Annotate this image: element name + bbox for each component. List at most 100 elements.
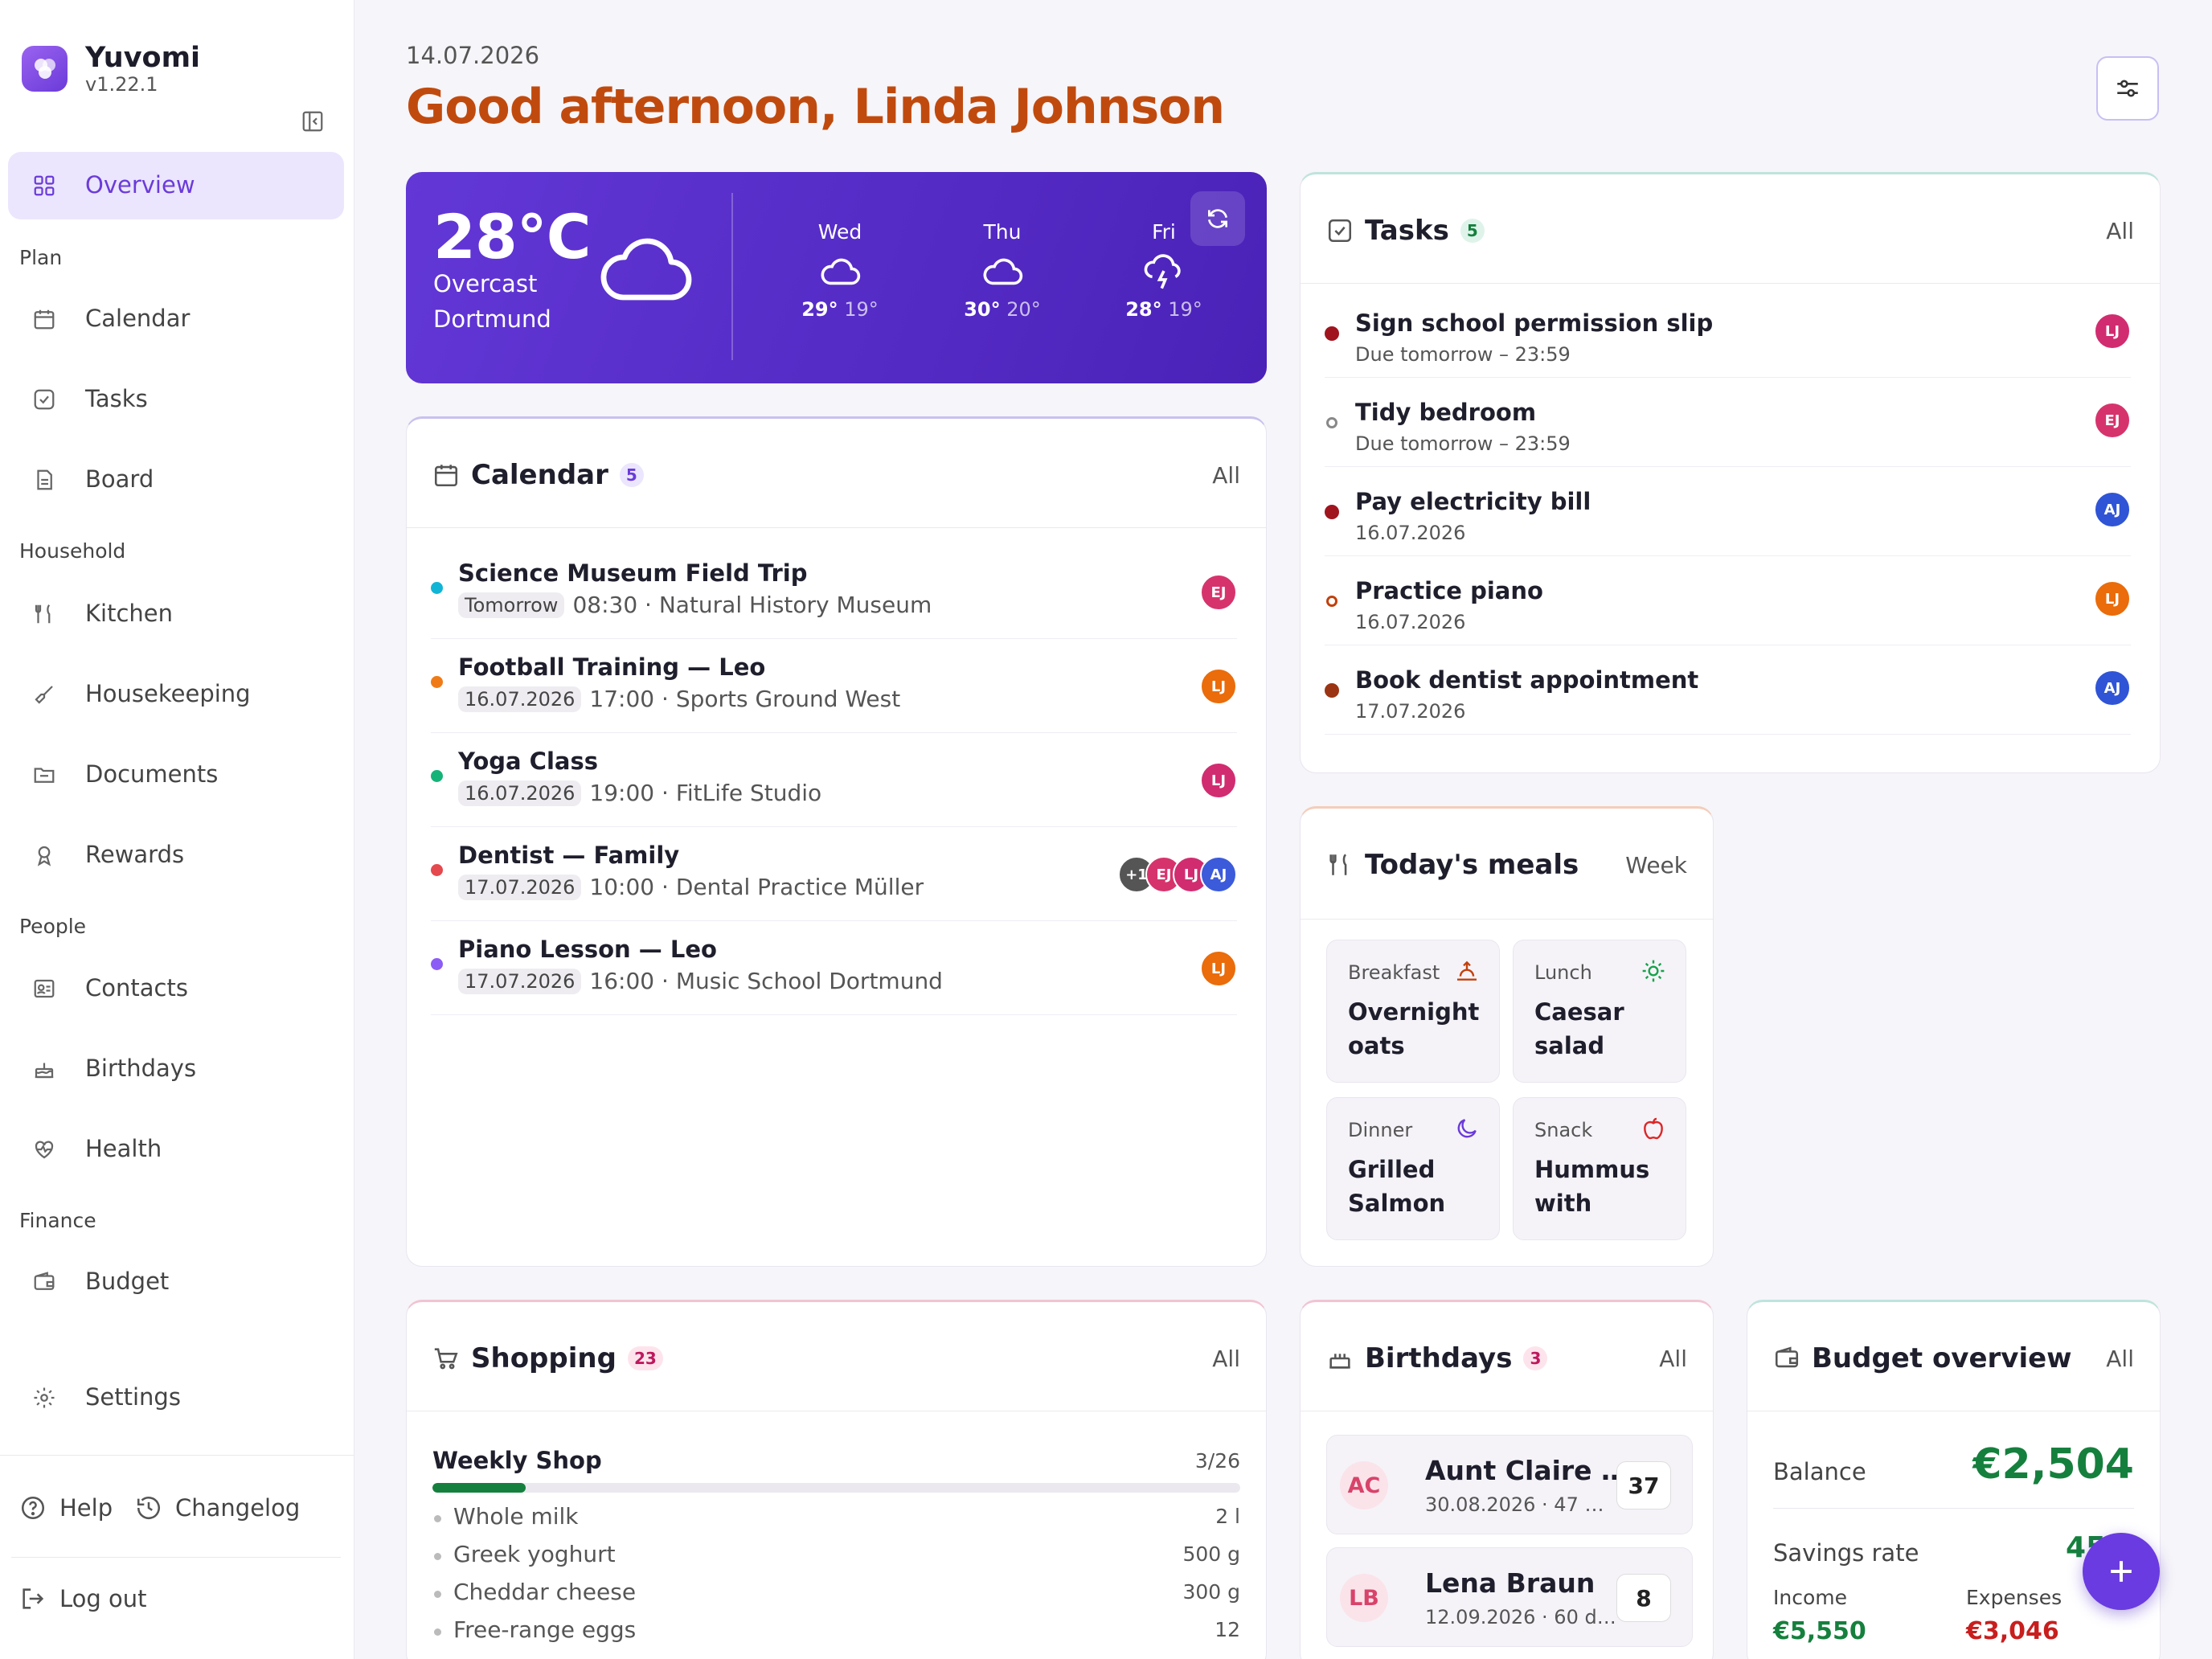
- plus-icon: [2103, 1554, 2139, 1589]
- dashboard-settings-button[interactable]: [2096, 56, 2159, 121]
- expenses-value: €3,046: [1966, 1617, 2059, 1645]
- calendar-event[interactable]: Football Training — Leo 16.07.2026 17:00 ·…: [431, 639, 1237, 733]
- shopping-item[interactable]: Free-range eggs 12: [432, 1616, 1240, 1649]
- sidebar-item-label: Birthdays: [85, 1055, 197, 1082]
- task-priority-dot[interactable]: [1326, 417, 1337, 428]
- event-title: Dentist — Family: [458, 842, 680, 869]
- wallet-icon: [1773, 1345, 1800, 1372]
- event-date-tag: 17.07.2026: [458, 968, 582, 994]
- refresh-weather-button[interactable]: [1190, 191, 1245, 246]
- card-header: Shopping 23 All: [407, 1302, 1266, 1411]
- sidebar-item-label: Calendar: [85, 305, 190, 332]
- changelog-link[interactable]: Changelog: [135, 1494, 300, 1522]
- avatar: AJ: [2094, 491, 2131, 528]
- calendar-event[interactable]: Science Museum Field Trip Tomorrow 08:30 ·…: [431, 545, 1237, 639]
- task-item[interactable]: Sign school permission slip Due tomorrow …: [1325, 289, 2131, 378]
- gear-icon: [32, 1386, 56, 1410]
- task-priority-dot[interactable]: [1325, 505, 1339, 519]
- bullet: [434, 1591, 441, 1598]
- meal-snack[interactable]: Snack Hummus with carro…: [1513, 1097, 1686, 1240]
- sidebar-item-contacts[interactable]: Contacts: [8, 955, 344, 1022]
- cloud-icon: [597, 232, 694, 305]
- sidebar-item-calendar[interactable]: Calendar: [8, 285, 344, 353]
- task-priority-dot[interactable]: [1325, 683, 1339, 698]
- task-item[interactable]: Tidy bedroom Due tomorrow – 23:59 EJ: [1325, 378, 2131, 467]
- task-priority-dot[interactable]: [1325, 326, 1339, 341]
- bullet: [434, 1515, 441, 1522]
- collapse-sidebar-icon[interactable]: [301, 109, 325, 133]
- meal-label: Lunch: [1534, 961, 1592, 984]
- event-attendees: EJ: [1200, 574, 1237, 611]
- wallet-icon: [32, 1270, 56, 1294]
- meal-breakfast[interactable]: Breakfast Overnight oats: [1326, 940, 1500, 1083]
- weather-city: Dortmund: [433, 305, 551, 333]
- budget-all-link[interactable]: All: [2106, 1346, 2134, 1372]
- sidebar-item-label: Housekeeping: [85, 680, 251, 707]
- sidebar-item-documents[interactable]: Documents: [8, 741, 344, 809]
- apple-icon: [1641, 1116, 1666, 1141]
- cake-icon: [32, 1057, 56, 1081]
- sidebar-item-housekeeping[interactable]: Housekeeping: [8, 661, 344, 728]
- add-button[interactable]: [2083, 1533, 2160, 1610]
- task-item[interactable]: Book dentist appointment 17.07.2026 AJ: [1325, 645, 2131, 735]
- card-title: Tasks 5: [1326, 215, 1485, 247]
- calendar-event[interactable]: Piano Lesson — Leo 17.07.2026 16:00 · Musi…: [431, 921, 1237, 1015]
- sidebar-item-health[interactable]: Health: [8, 1116, 344, 1183]
- income-value: €5,550: [1773, 1617, 1866, 1645]
- task-due: 16.07.2026: [1355, 611, 1466, 633]
- event-date-tag: 17.07.2026: [458, 874, 582, 900]
- task-title: Book dentist appointment: [1355, 666, 1699, 694]
- birthdays-all-link[interactable]: All: [1659, 1346, 1687, 1372]
- event-title: Football Training — Leo: [458, 653, 766, 681]
- sidebar-item-settings[interactable]: Settings: [8, 1364, 344, 1432]
- divider: [11, 1557, 341, 1558]
- meal-lunch[interactable]: Lunch Caesar salad with…: [1513, 940, 1686, 1083]
- help-link[interactable]: Help: [19, 1494, 113, 1522]
- card-header: Today's meals Week: [1301, 809, 1713, 920]
- sidebar-item-rewards[interactable]: Rewards: [8, 821, 344, 889]
- event-detail: 17:00 · Sports Ground West: [589, 686, 901, 712]
- divider: [1773, 1508, 2134, 1509]
- sidebar-item-birthdays[interactable]: Birthdays: [8, 1035, 344, 1103]
- sidebar: Yuvomi v1.22.1 Overview Plan Calendar Ta…: [0, 0, 354, 1659]
- calendar-count-badge: 5: [619, 463, 644, 487]
- birthday-name: Lena Braun: [1425, 1567, 1596, 1599]
- sidebar-item-kitchen[interactable]: Kitchen: [8, 580, 344, 648]
- task-item[interactable]: Practice piano 16.07.2026 LJ: [1325, 556, 2131, 645]
- cart-icon: [432, 1345, 460, 1372]
- meal-dinner[interactable]: Dinner Grilled Salmon &…: [1326, 1097, 1500, 1240]
- shopping-all-link[interactable]: All: [1212, 1346, 1240, 1372]
- birthday-item[interactable]: AC Aunt Claire … 30.08.2026 · 47 … 37: [1326, 1435, 1693, 1534]
- birthday-item[interactable]: LB Lena Braun 12.09.2026 · 60 d… 8: [1326, 1547, 1693, 1647]
- forecast-low: 19°: [844, 298, 879, 321]
- sidebar-item-label: Rewards: [85, 841, 185, 868]
- sidebar-item-board[interactable]: Board: [8, 446, 344, 514]
- shopping-item[interactable]: Greek yoghurt 500 g: [432, 1541, 1240, 1573]
- shopping-list-name[interactable]: Weekly Shop: [432, 1447, 602, 1474]
- calendar-all-link[interactable]: All: [1212, 462, 1240, 489]
- calendar-event[interactable]: Dentist — Family 17.07.2026 10:00 · Dental…: [431, 827, 1237, 921]
- brand[interactable]: Yuvomi v1.22.1: [22, 42, 200, 95]
- card-header: Birthdays 3 All: [1301, 1302, 1713, 1411]
- meal-value: Hummus with carro…: [1534, 1156, 1650, 1217]
- calendar-event[interactable]: Yoga Class 16.07.2026 19:00 · FitLife Stud…: [431, 733, 1237, 827]
- card-title: Budget overview: [1773, 1342, 2072, 1374]
- avatar: AJ: [1200, 856, 1237, 893]
- sidebar-item-tasks[interactable]: Tasks: [8, 366, 344, 433]
- sidebar-item-budget[interactable]: Budget: [8, 1248, 344, 1316]
- sidebar-item-label: Health: [85, 1135, 162, 1162]
- help-circle-icon: [19, 1494, 47, 1522]
- task-due: Due tomorrow – 23:59: [1355, 432, 1571, 455]
- meals-week-link[interactable]: Week: [1625, 852, 1687, 879]
- forecast-day: Thu 30° 20°: [954, 220, 1051, 321]
- tasks-all-link[interactable]: All: [2106, 218, 2134, 244]
- shopping-item[interactable]: Whole milk 2 l: [432, 1503, 1240, 1535]
- item-name: Cheddar cheese: [453, 1579, 637, 1605]
- logout-link[interactable]: Log out: [19, 1585, 147, 1612]
- shopping-item[interactable]: Cheddar cheese 300 g: [432, 1579, 1240, 1611]
- task-priority-dot[interactable]: [1326, 596, 1337, 607]
- task-item[interactable]: Pay electricity bill 16.07.2026 AJ: [1325, 467, 2131, 556]
- tasks-card: Tasks 5 All Sign school permission slip D…: [1300, 172, 2161, 773]
- expenses-label: Expenses: [1966, 1586, 2062, 1609]
- sidebar-item-overview[interactable]: Overview: [8, 152, 344, 219]
